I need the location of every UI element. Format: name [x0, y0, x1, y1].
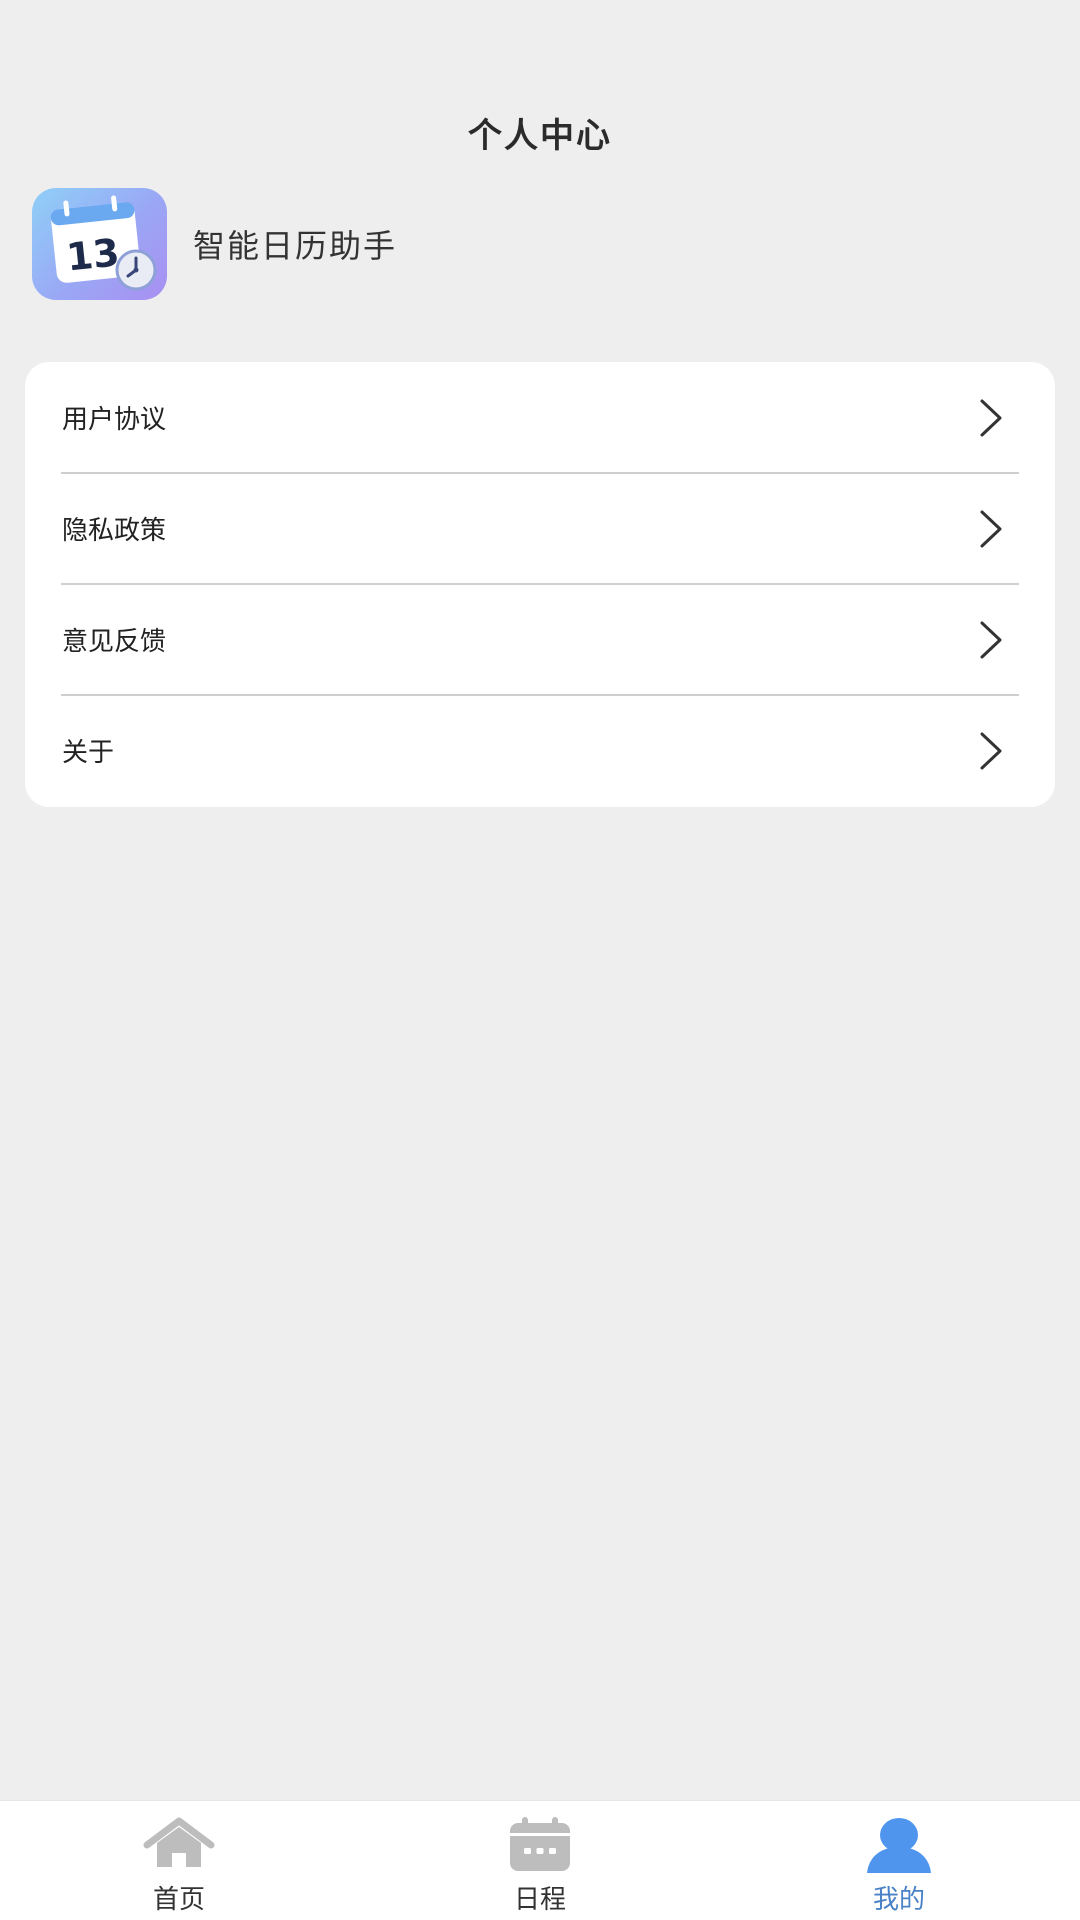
tab-schedule[interactable]: 日程	[440, 1801, 640, 1920]
settings-menu: 用户协议 隐私政策 意见反馈 关于	[25, 362, 1055, 807]
tab-label: 日程	[513, 1885, 566, 1915]
app-profile: 13 智能日历助手	[32, 188, 397, 300]
menu-item-about[interactable]: 关于	[25, 694, 1055, 806]
page-title: 个人中心	[468, 116, 612, 156]
app-name: 智能日历助手	[193, 227, 398, 265]
chevron-right-icon	[980, 510, 1002, 547]
user-icon	[867, 1818, 931, 1873]
calendar-icon	[510, 1817, 570, 1871]
tab-mine[interactable]: 我的	[799, 1801, 999, 1920]
tab-label: 首页	[152, 1885, 205, 1915]
menu-item-user-agreement[interactable]: 用户协议	[25, 362, 1055, 473]
profile-page: 个人中心 13 智能日历助手 用户协议 隐私政策 意见反馈 关于 首页 日程 我…	[0, 0, 1080, 1920]
menu-item-label: 隐私政策	[62, 516, 167, 546]
chevron-right-icon	[980, 621, 1002, 658]
calendar-day-number: 13	[64, 230, 121, 279]
bottom-tab-bar: 首页 日程 我的	[0, 1800, 1080, 1920]
menu-item-privacy-policy[interactable]: 隐私政策	[25, 472, 1055, 584]
chevron-right-icon	[980, 732, 1002, 769]
chevron-right-icon	[980, 399, 1002, 436]
tab-label: 我的	[872, 1885, 925, 1915]
tab-home[interactable]: 首页	[79, 1801, 279, 1920]
menu-item-label: 意见反馈	[62, 627, 167, 657]
home-icon	[143, 1817, 215, 1867]
menu-item-label: 关于	[62, 738, 115, 768]
menu-item-label: 用户协议	[62, 405, 167, 435]
menu-item-feedback[interactable]: 意见反馈	[25, 583, 1055, 695]
calendar-app-icon: 13	[32, 188, 167, 300]
